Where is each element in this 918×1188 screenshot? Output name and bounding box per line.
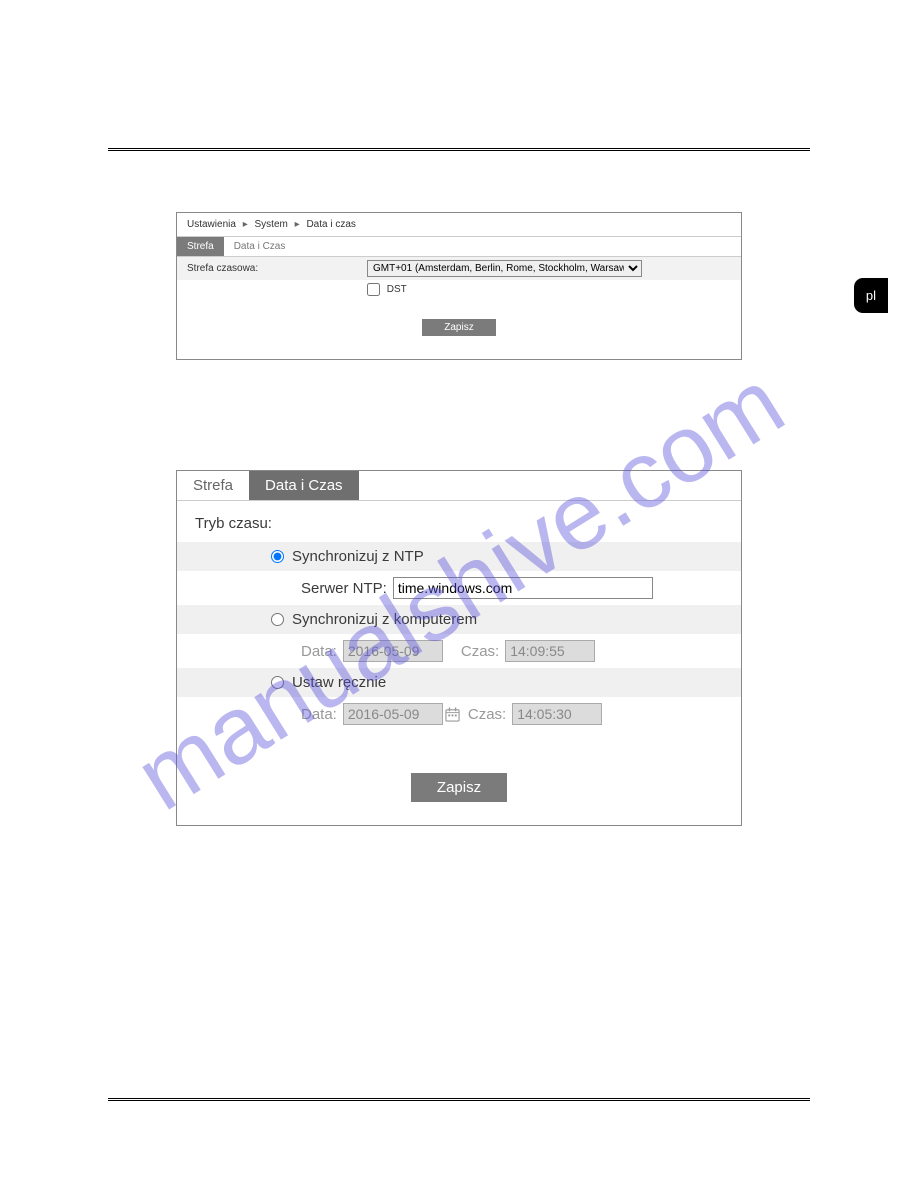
dst-checkbox[interactable] [367, 283, 380, 296]
option-pc-row[interactable]: Synchronizuj z komputerem [177, 605, 741, 634]
manual-time-label: Czas: [468, 706, 506, 723]
ntp-server-input[interactable] [393, 577, 653, 599]
manual-label: Ustaw ręcznie [292, 674, 386, 691]
tab-datetime[interactable]: Data i Czas [249, 471, 359, 500]
pc-time-label: Czas: [461, 643, 499, 660]
dst-checkbox-wrap[interactable]: DST [367, 283, 407, 296]
breadcrumb-item[interactable]: Data i czas [306, 219, 355, 230]
save-button[interactable]: Zapisz [411, 773, 507, 802]
breadcrumb-separator-icon: ▸ [243, 219, 248, 230]
calendar-icon[interactable] [445, 707, 460, 722]
tab-zone[interactable]: Strefa [177, 471, 249, 500]
ntp-radio[interactable] [271, 550, 284, 563]
breadcrumb-item[interactable]: System [255, 219, 288, 230]
language-tab: pl [854, 278, 888, 313]
breadcrumb: Ustawienia ▸ System ▸ Data i czas [177, 213, 741, 236]
pc-date-input [343, 640, 443, 662]
datetime-panel: Strefa Data i Czas Tryb czasu: Synchroni… [176, 470, 742, 826]
pc-radio[interactable] [271, 613, 284, 626]
option-manual-row[interactable]: Ustaw ręcznie [177, 668, 741, 697]
manual-date-input[interactable] [343, 703, 443, 725]
pc-date-label: Data: [301, 643, 337, 660]
ntp-server-label: Serwer NTP: [301, 580, 387, 597]
tab-datetime[interactable]: Data i Czas [224, 237, 296, 256]
breadcrumb-item[interactable]: Ustawienia [187, 219, 236, 230]
timezone-label: Strefa czasowa: [187, 263, 367, 274]
pc-label: Synchronizuj z komputerem [292, 611, 477, 628]
ntp-label: Synchronizuj z NTP [292, 548, 424, 565]
save-button[interactable]: Zapisz [422, 319, 495, 336]
option-ntp-row[interactable]: Synchronizuj z NTP [177, 542, 741, 571]
breadcrumb-separator-icon: ▸ [295, 219, 300, 230]
timezone-select[interactable]: GMT+01 (Amsterdam, Berlin, Rome, Stockho… [367, 260, 642, 277]
dst-label: DST [387, 284, 407, 295]
manual-date-label: Data: [301, 706, 337, 723]
manual-radio[interactable] [271, 676, 284, 689]
tab-zone[interactable]: Strefa [177, 237, 224, 256]
pc-time-input [505, 640, 595, 662]
time-mode-label: Tryb czasu: [177, 501, 741, 542]
timezone-panel: Ustawienia ▸ System ▸ Data i czas Strefa… [176, 212, 742, 360]
manual-time-input[interactable] [512, 703, 602, 725]
